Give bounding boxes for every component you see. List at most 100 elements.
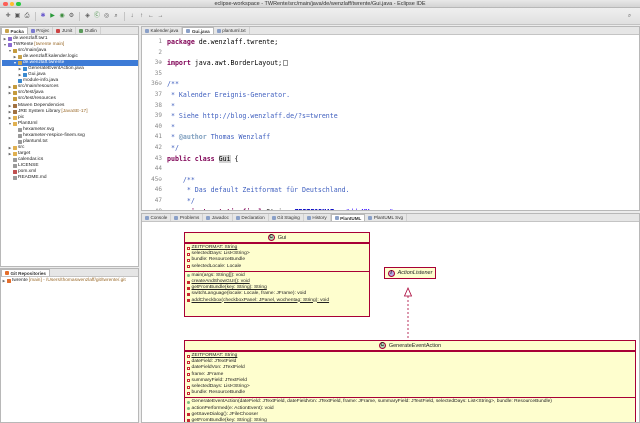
uml-method-text: addCheckbox(checkboxPanel: JPanel, woche… [191, 297, 330, 303]
private-visibility-icon [187, 286, 190, 290]
tab-kalender-java[interactable]: Kalender.java [142, 27, 183, 34]
private-visibility-icon [187, 252, 190, 256]
editor-tabs: Kalender.java Gui.java plantuml.txt [142, 27, 639, 35]
new-java-class-icon[interactable]: Ⓒ [93, 12, 101, 20]
expanded-arrow-icon[interactable]: ▼ [13, 60, 17, 66]
main-toolbar: ✚ ▣ ⎙ ✱ ▶ ◉ ⚙ ◈ Ⓒ ◎ ⌕ ↓ ↑ ← → ⌕ [0, 8, 640, 25]
lib-icon [13, 109, 17, 114]
prev-annotation-icon[interactable]: ↑ [138, 12, 146, 20]
package-explorer-tabs: Packa Projec JUnit Outlin [1, 27, 138, 35]
lib-icon [13, 103, 17, 108]
minimize-window-button[interactable] [9, 1, 14, 6]
view-icon [30, 28, 35, 33]
collapsed-arrow-icon[interactable]: ▶ [18, 72, 22, 78]
close-window-button[interactable] [3, 1, 8, 6]
print-icon[interactable]: ⎙ [23, 12, 31, 20]
line-number: 47 [154, 197, 162, 204]
code-area[interactable]: 1 package de.wenzlaff.twrente; 2 3⊕ import j… [142, 35, 639, 210]
tab-plantuml[interactable]: PlantUML [330, 214, 366, 221]
tab-projec[interactable]: Projec [28, 27, 54, 34]
search-icon[interactable]: ⌕ [112, 12, 120, 20]
srcfolder-icon [13, 91, 17, 96]
new-icon[interactable]: ✚ [4, 12, 12, 20]
line-number: 39 [154, 112, 162, 120]
tab-label: Git Repositories [10, 270, 46, 276]
collapsed-arrow-icon[interactable]: ▶ [2, 278, 6, 284]
tree-item-label: plantuml.txt [23, 138, 48, 144]
tab-git-repositories[interactable]: Git Repositories [1, 269, 50, 276]
expanded-arrow-icon[interactable]: ▼ [8, 48, 12, 54]
collapsed-arrow-icon[interactable]: ▶ [8, 90, 12, 96]
save-icon[interactable]: ▣ [14, 12, 22, 20]
uml-interface-actionlistener[interactable]: I ActionListener [384, 267, 436, 279]
line-number: 38 [154, 101, 162, 109]
private-visibility-icon [187, 419, 190, 422]
code-line: package de.wenzlaff.twrente; [167, 38, 279, 46]
uml-class-header: C Gui [185, 233, 369, 243]
uml-class-header: C GenerateEventAction [185, 341, 635, 351]
zoom-window-button[interactable] [16, 1, 21, 6]
plantuml-diagram: C Gui ZEITFORMAT: String selectedDays: List… [142, 222, 639, 422]
tab-plantuml-txt[interactable]: plantuml.txt [214, 27, 250, 34]
coverage-icon[interactable]: ◉ [58, 12, 66, 20]
tree-item-label: twrente [12, 278, 28, 283]
external-tools-icon[interactable]: ⚙ [68, 12, 76, 20]
forward-icon[interactable]: → [157, 12, 165, 20]
expanded-arrow-icon[interactable]: ▼ [3, 42, 7, 48]
tab-plantuml-svg[interactable]: PlantUML Svg [365, 214, 408, 221]
file-icon [18, 133, 22, 138]
expanded-arrow-icon[interactable]: ▼ [8, 121, 12, 127]
code-line: */ [167, 144, 179, 152]
run-icon[interactable]: ▶ [49, 12, 57, 20]
tab-javadoc[interactable]: Javadoc [203, 214, 233, 221]
tree-item[interactable]: ▶ twrente [main] - /Users/thomaswenzlaff/g… [2, 278, 138, 284]
quick-access-search-icon[interactable]: ⌕ [625, 12, 634, 21]
tree-item[interactable]: README.md [2, 175, 138, 181]
java-icon [23, 67, 27, 72]
code-line: * Das default Zeitformat für Deutschland… [167, 186, 350, 195]
new-java-package-icon[interactable]: ◈ [84, 12, 92, 20]
public-visibility-icon [187, 400, 190, 404]
tab-declaration[interactable]: Declaration [233, 214, 269, 221]
uml-class-name: ActionListener [397, 270, 433, 276]
uml-class-header: I ActionListener [385, 268, 435, 278]
git-repositories-panel: Git Repositories ▶ twrente [main] - /Users… [0, 268, 139, 423]
tab-junit[interactable]: JUnit [53, 27, 77, 34]
tab-outlin[interactable]: Outlin [76, 27, 101, 34]
project-icon [8, 37, 12, 42]
uml-class-generateeventaction[interactable]: C GenerateEventAction ZEITFORMAT: String da… [184, 340, 636, 422]
folder-icon [13, 115, 17, 120]
file-icon [13, 157, 17, 162]
java-icon [23, 73, 27, 78]
code-line: * Siehe http://blog.wenzlaff.de/?s=twren… [167, 112, 338, 121]
private-visibility-icon [187, 258, 190, 262]
collapsed-arrow-icon[interactable]: ▶ [8, 151, 12, 157]
tab-console[interactable]: Console [142, 214, 172, 221]
plantuml-view: Console Problems Javadoc Declaration Git Sta… [141, 213, 640, 423]
package-explorer-tree: ▶ de.wenzlaff.twr1 ▼ TWRente [twrente main] ▼… [1, 35, 138, 181]
code-line: private static final String ZEITFORMAT =… [167, 207, 397, 210]
tab-history[interactable]: History [304, 214, 331, 221]
package-explorer-panel: Packa Projec JUnit Outlin ▶ de.wenzlaff.twr1… [0, 26, 139, 267]
uml-class-gui[interactable]: C Gui ZEITFORMAT: String selectedDays: List… [184, 232, 370, 317]
tab-label: Declaration [241, 215, 265, 220]
tab-problems[interactable]: Problems [171, 214, 204, 221]
open-type-icon[interactable]: ◎ [103, 12, 111, 20]
line-number: 1 [158, 38, 162, 45]
tab-label: JUnit [61, 28, 73, 33]
srcfolder-icon [13, 97, 17, 102]
code-line: * [167, 122, 175, 131]
line-number: 37 [154, 91, 162, 98]
back-icon[interactable]: ← [147, 12, 155, 20]
tab-label: Kalender.java [150, 28, 179, 33]
tab-packa[interactable]: Packa [1, 27, 28, 34]
java-icon [18, 79, 22, 84]
folder-icon [13, 151, 17, 156]
next-annotation-icon[interactable]: ↓ [128, 12, 136, 20]
uml-class-name: Gui [277, 234, 287, 241]
tab-icon [206, 215, 211, 220]
debug-icon[interactable]: ✱ [39, 12, 47, 20]
tab-gui-java[interactable]: Gui.java [182, 27, 214, 34]
tab-icon [145, 215, 149, 220]
tab-git-staging[interactable]: Git Staging [269, 214, 304, 221]
